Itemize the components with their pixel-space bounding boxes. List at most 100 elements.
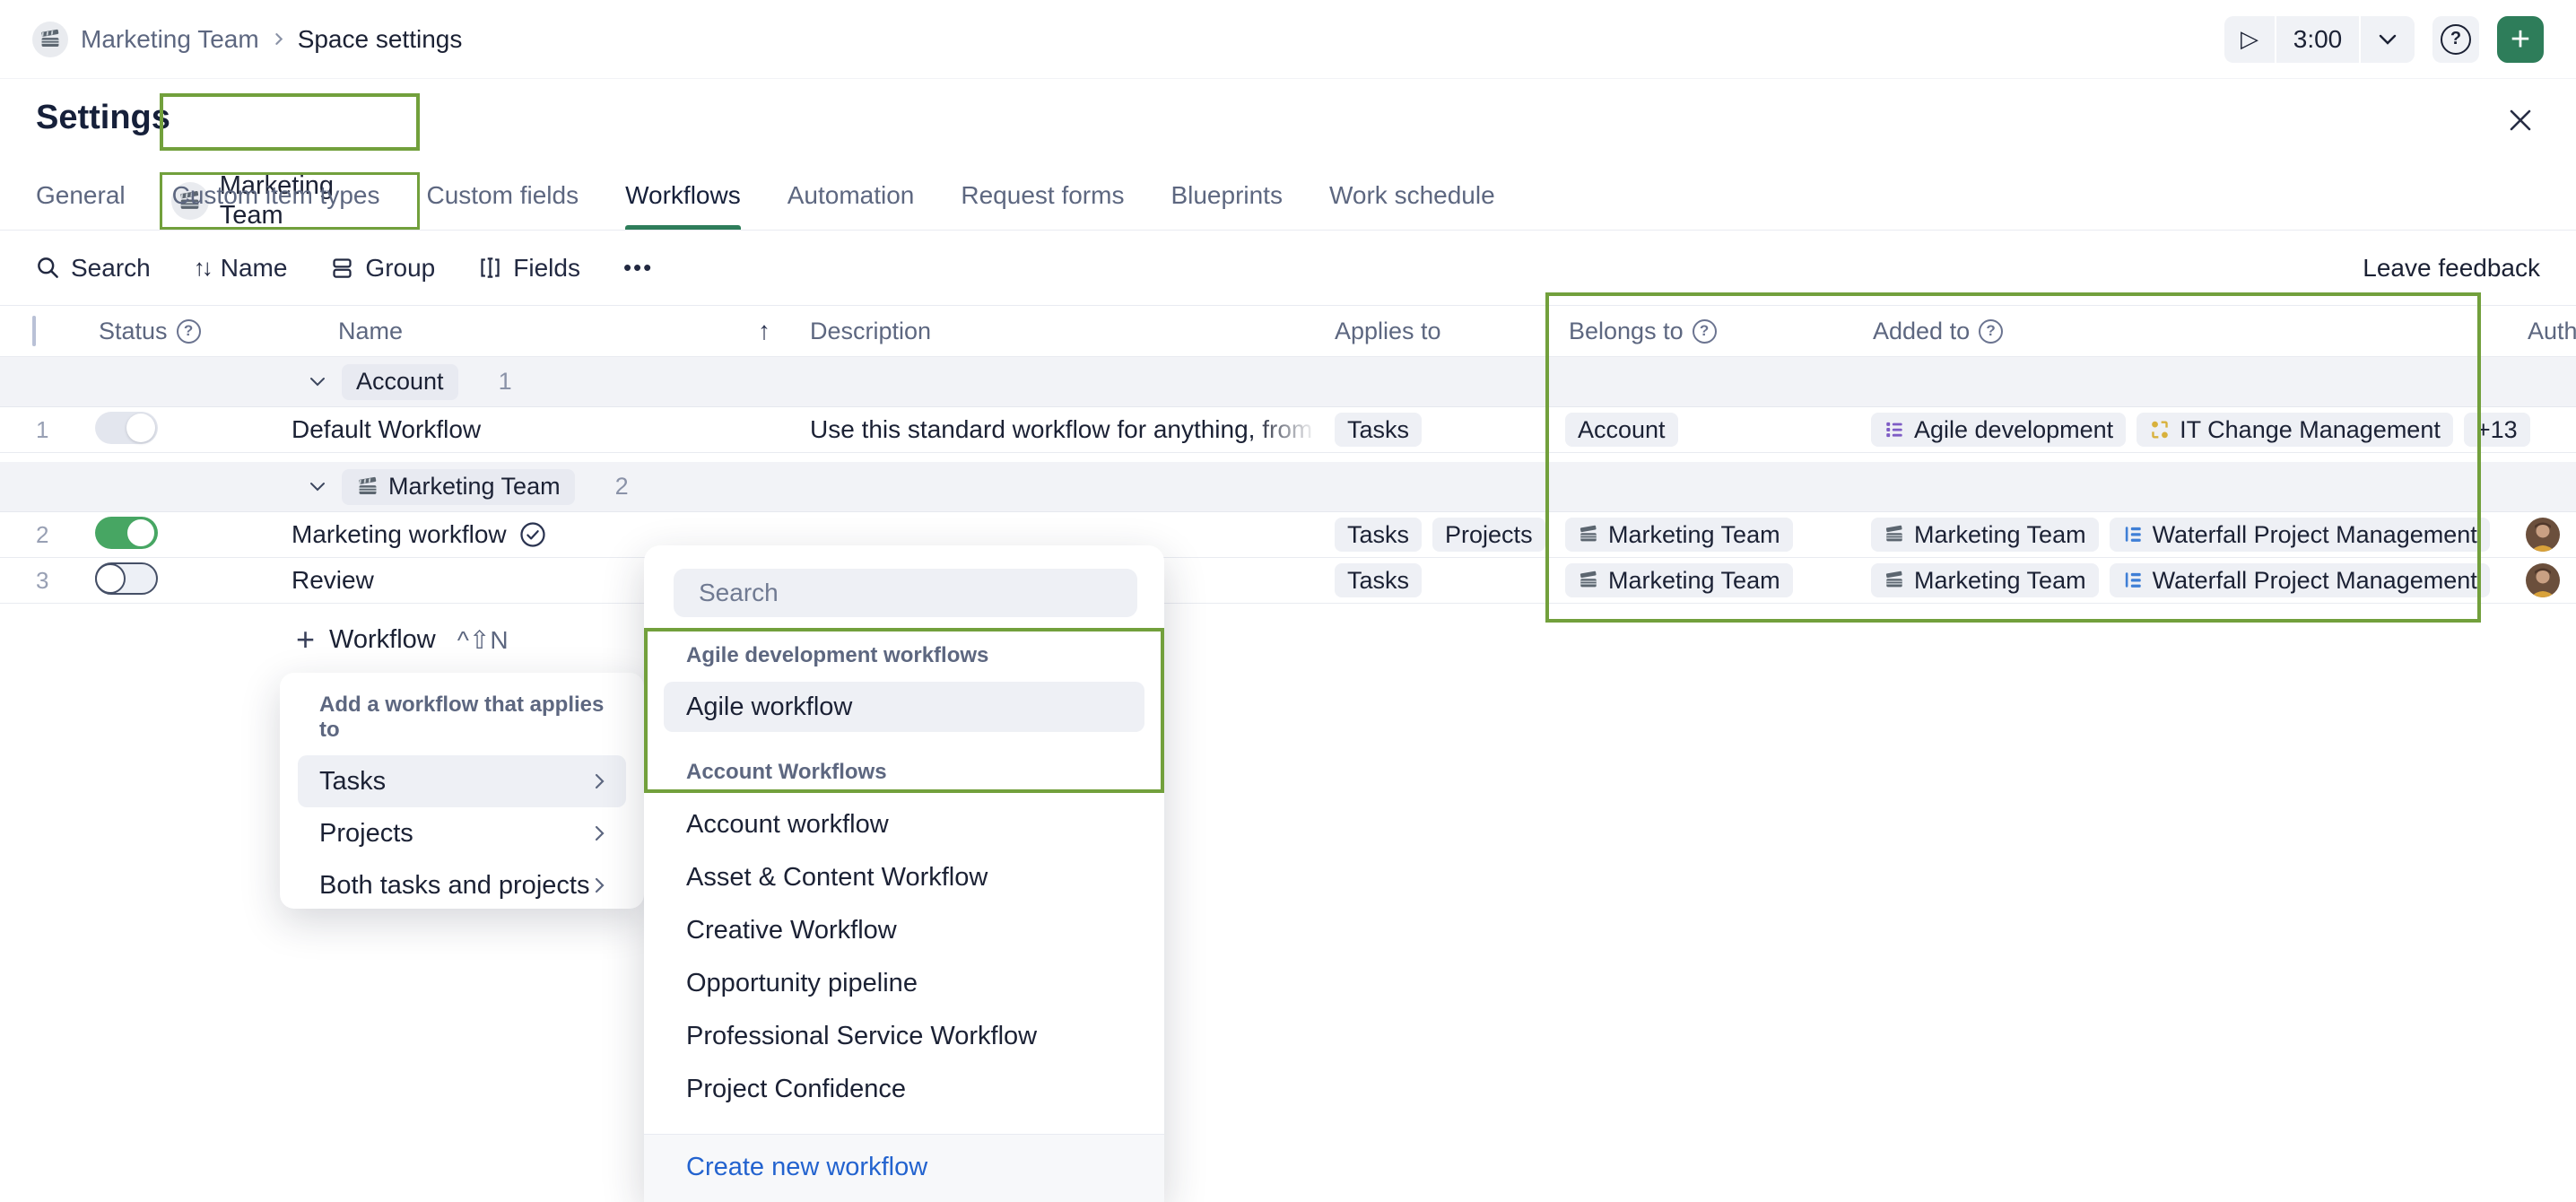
belongs-to-pill: Marketing Team	[1565, 518, 1793, 552]
chevron-down-icon	[2379, 34, 2397, 45]
check-circle-icon	[519, 521, 546, 548]
workflow-status-toggle[interactable]	[95, 517, 158, 549]
column-header-name: Name	[338, 318, 403, 345]
tab-workflows[interactable]: Workflows	[625, 161, 741, 230]
topbar-actions: ▷ 3:00 ? +	[2224, 16, 2544, 63]
added-to-help-icon[interactable]: ?	[1979, 319, 2003, 344]
clapperboard-icon	[1578, 570, 1599, 591]
workflow-option[interactable]: Account workflow	[644, 798, 1164, 851]
leave-feedback-link[interactable]: Leave feedback	[2363, 254, 2540, 283]
column-header-status: Status	[99, 318, 168, 345]
clapperboard-icon	[356, 475, 379, 499]
clapperboard-icon	[39, 28, 62, 51]
tab-request-forms[interactable]: Request forms	[961, 161, 1124, 230]
search-label: Search	[71, 254, 151, 283]
fields-label: Fields	[513, 254, 580, 283]
group-row-account: Account 1	[0, 357, 2576, 407]
breadcrumb-space[interactable]: Marketing Team	[81, 25, 259, 54]
menu-item-projects[interactable]: Projects	[298, 807, 626, 859]
author-avatar[interactable]	[2526, 563, 2560, 597]
table-header-row: Status ? Name ↑ Description Applies to B…	[0, 305, 2576, 357]
sort-button[interactable]: ↑↓ Name	[194, 254, 288, 283]
group-count: 2	[615, 473, 629, 501]
workflow-search[interactable]	[674, 569, 1137, 617]
settings-header: Settings Marketing Team	[0, 79, 2576, 161]
table-row: 3 Review Tasks Marketing Team	[0, 558, 2576, 604]
collapse-chevron-icon[interactable]	[309, 377, 326, 387]
workflow-option-agile-workflow[interactable]: Agile workflow	[664, 682, 1144, 732]
tab-general[interactable]: General	[36, 161, 126, 230]
status-help-icon[interactable]: ?	[177, 319, 201, 344]
help-button[interactable]: ?	[2432, 16, 2479, 63]
group-gap	[0, 453, 2576, 462]
more-button[interactable]: •••	[623, 254, 653, 282]
added-to-pill: IT Change Management	[2137, 413, 2453, 447]
applies-to-pill: Tasks	[1335, 518, 1422, 552]
sort-arrows-icon: ↑↓	[194, 254, 210, 282]
workflow-name[interactable]: Review	[292, 566, 374, 595]
row-number: 3	[0, 567, 81, 595]
added-to-overflow-pill[interactable]: +13	[2464, 413, 2530, 447]
search-input[interactable]	[699, 579, 1112, 607]
collapse-chevron-icon[interactable]	[309, 482, 326, 492]
workflow-name[interactable]: Default Workflow	[292, 415, 481, 444]
column-header-applies-to: Applies to	[1335, 318, 1441, 345]
row-number: 2	[0, 521, 81, 549]
select-all-checkbox[interactable]	[32, 316, 36, 346]
workflows-table: Status ? Name ↑ Description Applies to B…	[0, 305, 2576, 604]
add-new-button[interactable]: +	[2497, 16, 2544, 63]
tab-custom-fields[interactable]: Custom fields	[426, 161, 579, 230]
table-row: 1 Default Workflow Use this standard wor…	[0, 407, 2576, 453]
hierarchy-list-icon	[2122, 570, 2144, 591]
applies-to-pill: Projects	[1432, 518, 1545, 552]
search-icon	[36, 256, 60, 280]
keyboard-shortcut: ^⇧N	[457, 625, 509, 655]
workflow-option[interactable]: Professional Service Workflow	[644, 1010, 1164, 1063]
tab-work-schedule[interactable]: Work schedule	[1329, 161, 1495, 230]
workflow-description: Use this standard workflow for anything,…	[810, 415, 1317, 444]
tab-blueprints[interactable]: Blueprints	[1171, 161, 1283, 230]
workflow-options-list: Account workflow Asset & Content Workflo…	[644, 798, 1164, 1116]
workflow-status-toggle[interactable]	[95, 412, 158, 444]
menu-item-tasks[interactable]: Tasks	[298, 755, 626, 807]
group-button[interactable]: Group	[330, 254, 435, 283]
sort-ascending-icon[interactable]: ↑	[758, 317, 770, 345]
breadcrumb-chevron-icon	[272, 32, 285, 46]
group-pill: Account	[342, 364, 458, 400]
question-icon: ?	[2441, 24, 2471, 55]
added-to-pill: Waterfall Project Management	[2110, 563, 2490, 597]
create-new-workflow-link[interactable]: Create new workflow	[686, 1153, 927, 1181]
belongs-to-pill: Account	[1565, 413, 1678, 447]
workflow-option[interactable]: Asset & Content Workflow	[644, 851, 1164, 904]
row-number: 1	[0, 416, 81, 444]
timer-control: ▷ 3:00	[2224, 16, 2415, 63]
add-workflow-button[interactable]: + Workflow ^⇧N	[296, 619, 509, 660]
belongs-to-help-icon[interactable]: ?	[1693, 319, 1717, 344]
workflow-status-toggle[interactable]	[95, 562, 158, 595]
column-header-added-to: Added to	[1873, 318, 1970, 345]
workflow-option[interactable]: Opportunity pipeline	[644, 957, 1164, 1010]
close-button[interactable]	[2502, 102, 2538, 138]
group-label: Group	[365, 254, 435, 283]
menu-header: Add a workflow that applies to	[280, 692, 644, 743]
fields-icon	[478, 256, 502, 280]
group-icon	[330, 256, 354, 280]
workflow-name[interactable]: Marketing workflow	[292, 520, 507, 549]
timer-time[interactable]: 3:00	[2276, 16, 2359, 63]
added-to-pill: Marketing Team	[1871, 563, 2099, 597]
timer-dropdown-button[interactable]	[2361, 16, 2415, 63]
workflow-option[interactable]: Creative Workflow	[644, 904, 1164, 957]
process-icon	[2149, 419, 2171, 440]
topbar: Marketing Team Space settings ▷ 3:00 ? +	[0, 0, 2576, 79]
added-to-pill: Waterfall Project Management	[2110, 518, 2490, 552]
fields-button[interactable]: Fields	[478, 254, 580, 283]
tab-custom-item-types[interactable]: Custom item types	[172, 161, 380, 230]
workflow-option[interactable]: Project Confidence	[644, 1063, 1164, 1116]
menu-item-both[interactable]: Both tasks and projects	[298, 859, 626, 911]
author-avatar[interactable]	[2526, 518, 2560, 552]
search-button[interactable]: Search	[36, 254, 151, 283]
space-settings-page: Marketing Team Space settings ▷ 3:00 ? +	[0, 0, 2576, 1202]
timer-play-button[interactable]: ▷	[2224, 16, 2275, 63]
hierarchy-list-icon	[2122, 524, 2144, 545]
tab-automation[interactable]: Automation	[788, 161, 915, 230]
